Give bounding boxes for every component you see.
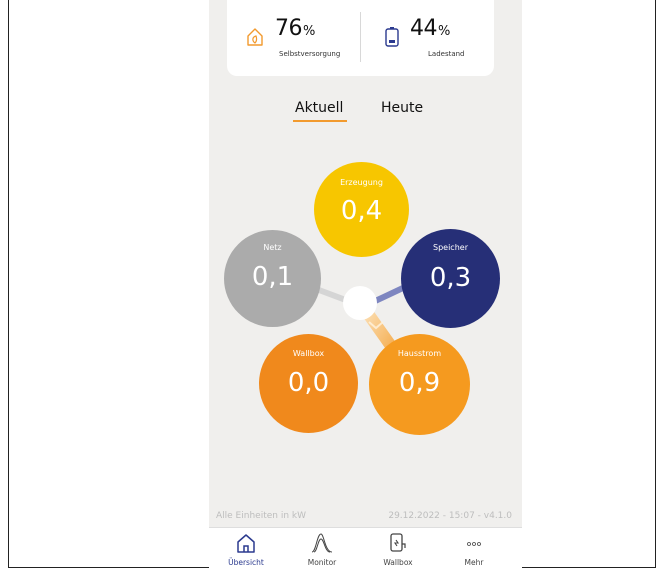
bubble-speicher[interactable]: Speicher 0,3 [401, 229, 500, 328]
bubble-erzeugung-value: 0,4 [340, 196, 383, 226]
self-supply-stat[interactable]: 76% Selbstversorgung [227, 0, 359, 76]
app-screen: 76% Selbstversorgung 44% Ladestand Aktue… [209, 0, 522, 572]
bubble-speicher-value: 0,3 [429, 263, 472, 293]
house-leaf-icon [247, 28, 263, 46]
self-supply-value: 76% [275, 16, 315, 41]
timestamp-version: 29.12.2022 - 15:07 - v4.1.0 [388, 511, 512, 521]
bubble-speicher-label: Speicher [433, 243, 468, 252]
home-icon [237, 534, 255, 553]
wallbox-icon [390, 533, 406, 552]
tab-aktuell[interactable]: Aktuell [295, 100, 343, 116]
nav-label-monitor: Monitor [307, 558, 337, 567]
bubble-hausstrom[interactable]: Hausstrom 0,9 [369, 334, 470, 435]
charge-level-value: 44% [410, 16, 450, 41]
summary-card: 76% Selbstversorgung 44% Ladestand [227, 0, 494, 76]
nav-label-wallbox: Wallbox [383, 558, 413, 567]
bottom-nav: Übersicht Monitor Wallbox Mehr [209, 528, 522, 572]
bubble-netz-value: 0,1 [251, 262, 294, 292]
more-icon [467, 542, 481, 546]
bubble-wallbox-label: Wallbox [292, 349, 325, 358]
flow-hub [343, 286, 377, 320]
stat-divider [360, 12, 361, 62]
bubble-netz[interactable]: Netz 0,1 [224, 230, 321, 327]
self-supply-label: Selbstversorgung [279, 50, 341, 58]
charge-level-stat[interactable]: 44% Ladestand [362, 0, 494, 76]
bubble-erzeugung[interactable]: Erzeugung 0,4 [314, 162, 409, 257]
charge-level-label: Ladestand [428, 50, 465, 58]
bubble-erzeugung-label: Erzeugung [340, 178, 383, 187]
view-tabs: Aktuell Heute [209, 100, 522, 124]
units-note: Alle Einheiten in kW [216, 511, 306, 521]
tab-heute[interactable]: Heute [381, 100, 423, 116]
energy-flow-diagram: Erzeugung 0,4 Netz 0,1 Speicher 0,3 Wall… [209, 150, 522, 440]
nav-label-mehr: Mehr [464, 558, 484, 567]
bubble-wallbox[interactable]: Wallbox 0,0 [259, 334, 358, 433]
bubble-hausstrom-value: 0,9 [398, 368, 441, 398]
nav-item-mehr[interactable]: Mehr [443, 528, 505, 572]
nav-label-uebersicht: Übersicht [228, 558, 264, 567]
nav-item-monitor[interactable]: Monitor [291, 528, 353, 572]
nav-item-wallbox[interactable]: Wallbox [367, 528, 429, 572]
bubble-netz-label: Netz [263, 243, 282, 252]
nav-item-uebersicht[interactable]: Übersicht [215, 528, 277, 572]
active-tab-indicator [293, 120, 347, 122]
monitor-icon [311, 533, 333, 553]
battery-icon [385, 27, 399, 47]
bubble-wallbox-value: 0,0 [287, 368, 330, 398]
bubble-hausstrom-label: Hausstrom [397, 349, 442, 358]
flow-line-hausstrom [364, 311, 396, 350]
